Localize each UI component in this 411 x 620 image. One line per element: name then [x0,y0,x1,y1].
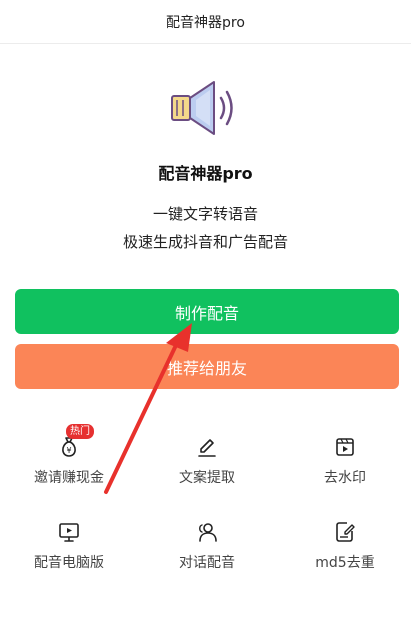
md5-dedup-item[interactable]: md5去重 [280,520,410,580]
video-icon [336,438,354,456]
slogan-line-2: 极速生成抖音和广告配音 [122,233,288,251]
remove-watermark-label: 去水印 [324,470,366,486]
users-icon [199,523,217,542]
md5-dedup-label: md5去重 [315,555,375,571]
hot-badge: 热门 [66,424,94,439]
make-dubbing-button[interactable]: 制作配音 [15,289,399,334]
document-edit-icon [336,522,355,542]
svg-text:¥: ¥ [66,446,71,455]
dialogue-dubbing-item[interactable]: 对话配音 [142,520,272,580]
share-to-friends-button[interactable]: 推荐给朋友 [15,344,399,389]
app-name: 配音神器pro [158,164,253,183]
make-dubbing-label: 制作配音 [174,303,239,323]
invite-earn-cash-label: 邀请赚现金 [34,470,104,486]
speaker-icon [171,81,233,135]
pen-icon [198,439,216,457]
monitor-icon [59,523,79,542]
dialogue-dubbing-label: 对话配音 [179,555,235,571]
copy-extract-label: 文案提取 [179,470,235,486]
page-title: 配音神器pro [166,14,245,31]
nav-bar: 配音神器pro [0,0,411,44]
share-to-friends-label: 推荐给朋友 [166,358,247,378]
desktop-version-item[interactable]: 配音电脑版 [4,520,134,580]
slogan-line-1: 一键文字转语音 [152,205,258,223]
remove-watermark-item[interactable]: 去水印 [280,435,410,495]
invite-earn-cash-item[interactable]: ¥ 邀请赚现金 [4,435,134,495]
copy-extract-item[interactable]: 文案提取 [142,435,272,495]
desktop-version-label: 配音电脑版 [34,555,104,571]
